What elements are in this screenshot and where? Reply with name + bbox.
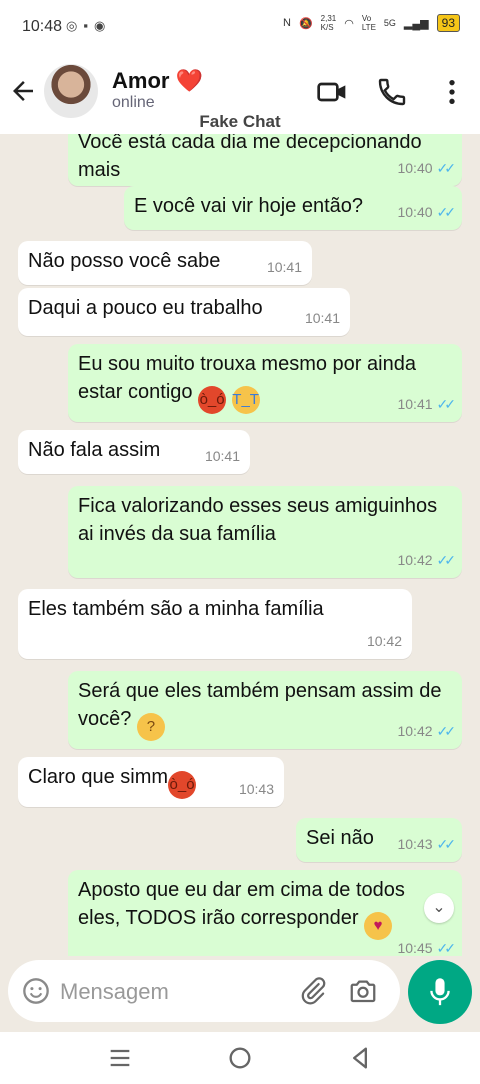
message-time: 10:45 — [397, 940, 433, 956]
message-time: 10:41 — [204, 448, 240, 464]
message-bubble-in[interactable]: Não fala assim 10:41 — [18, 430, 250, 474]
video-call-icon[interactable] — [316, 76, 348, 108]
contact-name[interactable]: Amor ❤️ — [112, 68, 203, 94]
message-time: 10:40 — [397, 160, 433, 176]
emoji-icon[interactable] — [22, 977, 50, 1005]
message-time: 10:43 — [238, 781, 274, 797]
watermark-label: Fake Chat — [199, 112, 281, 131]
message-time: 10:41 — [304, 310, 340, 326]
voice-record-button[interactable] — [408, 960, 472, 1024]
message-text: Será que eles também pensam assim de voc… — [78, 680, 442, 730]
message-text: Fica valorizando esses seus amiguinhos a… — [78, 495, 438, 545]
message-text: Aposto que eu dar em cima de todos eles,… — [78, 879, 405, 929]
message-time: 10:40 — [397, 204, 433, 220]
mute-icon: 🔕 — [298, 17, 313, 30]
status-bar: 10:48 ◎▪◉ N 🔕 2,31 K/S ◠ Vo LTE 5G ▂▄▆ 9… — [0, 0, 480, 56]
status-right: N 🔕 2,31 K/S ◠ Vo LTE 5G ▂▄▆ 93 — [283, 14, 460, 32]
message-bubble-in[interactable]: Não posso você sabe 10:41 — [18, 241, 312, 285]
volte-label: Vo LTE — [361, 14, 376, 32]
message-bubble-out[interactable]: Será que eles também pensam assim de voc… — [68, 671, 462, 749]
system-nav-bar — [0, 1032, 480, 1084]
signal-label: 5G — [383, 18, 396, 28]
attach-icon[interactable] — [298, 976, 328, 1006]
scroll-to-bottom-icon[interactable]: ⌄ — [424, 893, 454, 923]
message-text: Não fala assim — [28, 439, 161, 461]
message-bubble-out[interactable]: Você está cada dia me decepcionando mais… — [68, 134, 462, 186]
message-bubble-out[interactable]: E você vai vir hoje então? 10:40 ✓✓ — [124, 186, 462, 230]
read-receipt-icon: ✓✓ — [436, 723, 457, 739]
home-icon[interactable] — [226, 1044, 254, 1072]
message-text: Não posso você sabe — [28, 250, 221, 272]
message-text: Eles também são a minha família — [28, 598, 324, 620]
back-nav-icon[interactable] — [346, 1044, 374, 1072]
message-text: Daqui a pouco eu trabalho — [28, 297, 263, 319]
message-text: Claro que simm — [28, 766, 169, 788]
message-bubble-in[interactable]: Eles também são a minha família 10:42 — [18, 589, 412, 659]
chat-area[interactable]: Você está cada dia me decepcionando mais… — [0, 134, 480, 956]
signal-icon: ▂▄▆ — [403, 17, 429, 30]
network-speed: 2,31 K/S — [320, 14, 337, 32]
message-bubble-out[interactable]: Fica valorizando esses seus amiguinhos a… — [68, 486, 462, 578]
read-receipt-icon: ✓✓ — [436, 940, 457, 956]
nfc-icon: N — [282, 17, 291, 29]
microphone-icon — [430, 978, 450, 1006]
message-composer — [8, 960, 400, 1022]
status-time: 10:48 — [22, 18, 63, 35]
read-receipt-icon: ✓✓ — [436, 160, 457, 176]
message-bubble-in[interactable]: Claro que simmò_ó 10:43 — [18, 757, 284, 807]
phone-call-icon[interactable] — [376, 76, 408, 108]
message-text: E você vai vir hoje então? — [134, 195, 364, 217]
message-bubble-out[interactable]: Sei não 10:43 ✓✓ — [296, 818, 462, 862]
more-options-icon[interactable] — [436, 76, 468, 108]
back-arrow-icon[interactable] — [8, 76, 38, 106]
notification-icons: ◎▪◉ — [66, 18, 112, 33]
message-time: 10:43 — [397, 836, 433, 852]
input-bar — [0, 956, 480, 1032]
message-input[interactable] — [58, 974, 292, 1010]
thinking-face-emoji-icon: ? — [136, 713, 165, 741]
battery-icon: 93 — [436, 14, 460, 32]
message-time: 10:42 — [397, 552, 433, 568]
message-time: 10:42 — [397, 723, 433, 739]
crying-face-emoji-icon: T_T — [231, 386, 260, 414]
recent-apps-icon[interactable] — [106, 1044, 134, 1072]
angry-face-emoji-icon: ò_ó — [198, 386, 227, 414]
camera-icon[interactable] — [348, 976, 378, 1006]
message-bubble-in[interactable]: Daqui a pouco eu trabalho 10:41 — [18, 288, 350, 336]
message-text: Você está cada dia me decepcionando mais — [78, 134, 422, 181]
read-receipt-icon: ✓✓ — [436, 836, 457, 852]
message-time: 10:41 — [397, 396, 433, 412]
message-time: 10:42 — [366, 633, 402, 649]
read-receipt-icon: ✓✓ — [436, 552, 457, 568]
wifi-icon: ◠ — [344, 17, 354, 30]
read-receipt-icon: ✓✓ — [436, 204, 457, 220]
message-text: Sei não — [306, 827, 374, 849]
kissing-face-emoji-icon: ♥ — [364, 912, 393, 940]
message-time: 10:41 — [266, 259, 302, 275]
read-receipt-icon: ✓✓ — [436, 396, 457, 412]
avatar[interactable] — [44, 64, 98, 118]
message-bubble-out[interactable]: Aposto que eu dar em cima de todos eles,… — [68, 870, 462, 956]
contact-status: online — [112, 94, 155, 111]
message-bubble-out[interactable]: Eu sou muito trouxa mesmo por ainda esta… — [68, 344, 462, 422]
angry-face-emoji-icon: ò_ó — [168, 771, 197, 799]
